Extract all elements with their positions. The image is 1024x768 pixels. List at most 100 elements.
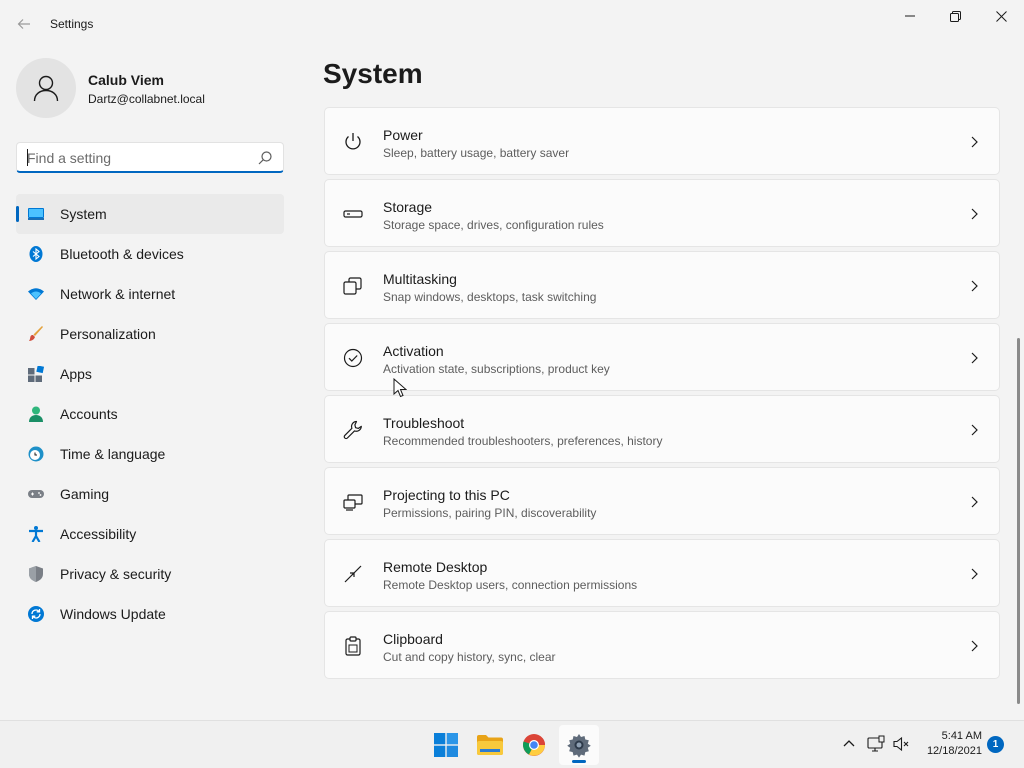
search-icon[interactable] [257,150,273,166]
sidebar-item-accessibility[interactable]: Accessibility [16,514,284,554]
sidebar-item-privacy[interactable]: Privacy & security [16,554,284,594]
wrench-icon [343,420,362,440]
card-title: Storage [383,199,433,215]
card-power[interactable]: Power Sleep, battery usage, battery save… [324,107,1000,175]
chevron-right-icon [971,208,978,220]
card-multitasking[interactable]: Multitasking Snap windows, desktops, tas… [324,251,1000,319]
sidebar-item-system[interactable]: System [16,194,284,234]
apps-icon [28,366,44,382]
card-activation[interactable]: Activation Activation state, subscriptio… [324,323,1000,391]
vertical-scrollbar[interactable] [1017,338,1020,704]
card-troubleshoot[interactable]: Troubleshoot Recommended troubleshooters… [324,395,1000,463]
taskbar-settings[interactable] [559,725,599,765]
settings-card-list: Power Sleep, battery usage, battery save… [324,107,1000,683]
notification-badge[interactable]: 1 [987,736,1004,753]
app-title: Settings [50,17,94,31]
search-input[interactable] [27,148,247,168]
sidebar-item-bluetooth[interactable]: Bluetooth & devices [16,234,284,274]
sidebar-item-gaming[interactable]: Gaming [16,474,284,514]
person-icon [29,406,43,422]
taskbar-clock[interactable]: 5:41 AM 12/18/2021 [912,729,982,759]
projecting-icon [343,494,363,511]
minimize-button[interactable] [887,0,933,32]
user-profile[interactable]: Calub Viem Dartz@collabnet.local [16,58,286,118]
card-storage[interactable]: Storage Storage space, drives, configura… [324,179,1000,247]
wifi-icon [28,288,44,300]
start-icon [434,733,458,757]
card-subtitle: Recommended troubleshooters, preferences… [383,434,663,448]
taskbar-file-explorer[interactable] [470,725,510,765]
sidebar-item-time-language[interactable]: Time & language [16,434,284,474]
chevron-up-icon[interactable] [840,735,858,753]
chrome-icon [523,734,545,756]
brush-icon [29,326,43,341]
card-subtitle: Sleep, battery usage, battery saver [383,146,570,160]
chevron-right-icon [971,424,978,436]
update-icon [28,606,44,622]
sidebar-item-label: Personalization [60,326,156,342]
card-title: Remote Desktop [383,559,488,575]
sidebar-item-accounts[interactable]: Accounts [16,394,284,434]
card-projecting[interactable]: Projecting to this PC Permissions, pairi… [324,467,1000,535]
system-icon [28,208,44,220]
clock-date: 12/18/2021 [926,745,982,757]
accessibility-icon [29,526,43,542]
card-title: Clipboard [383,631,443,647]
chevron-right-icon [971,136,978,148]
storage-icon [343,210,363,218]
activation-check-icon [343,348,363,368]
bluetooth-icon [29,246,43,262]
clipboard-icon [345,636,361,656]
minimize-icon [905,15,915,17]
card-title: Projecting to this PC [383,487,510,503]
title-bar: Settings [0,0,1024,48]
multitasking-icon [343,277,362,295]
close-button[interactable] [978,0,1024,32]
card-clipboard[interactable]: Clipboard Cut and copy history, sync, cl… [324,611,1000,679]
sidebar-item-label: Gaming [60,486,110,502]
page-title: System [323,58,423,89]
user-name: Calub Viem [88,72,164,88]
restore-button[interactable] [932,0,978,32]
chevron-right-icon [971,352,978,364]
card-subtitle: Storage space, drives, configuration rul… [383,218,604,232]
sidebar-item-windows-update[interactable]: Windows Update [16,594,284,634]
sidebar-item-label: Bluetooth & devices [60,246,184,262]
settings-gear-icon [567,734,591,758]
sidebar-item-network[interactable]: Network & internet [16,274,284,314]
card-subtitle: Activation state, subscriptions, product… [383,362,610,376]
search-box[interactable] [16,142,284,173]
taskbar-start-button[interactable] [426,725,466,765]
chevron-right-icon [971,496,978,508]
sidebar-item-apps[interactable]: Apps [16,354,284,394]
card-remote-desktop[interactable]: Remote Desktop Remote Desktop users, con… [324,539,1000,607]
sidebar-item-personalization[interactable]: Personalization [16,314,284,354]
restore-icon [949,10,961,22]
card-title: Power [383,127,423,143]
speaker-muted-icon[interactable] [892,735,910,753]
card-title: Troubleshoot [383,415,465,431]
remote-desktop-icon [344,565,362,583]
avatar [16,58,76,118]
back-arrow-icon [17,19,30,29]
sidebar-item-label: Apps [60,366,92,382]
card-subtitle: Remote Desktop users, connection permiss… [383,578,638,592]
card-title: Activation [383,343,444,359]
shield-icon [29,566,43,582]
sidebar-item-label: Privacy & security [60,566,172,582]
sidebar-item-label: Accessibility [60,526,137,542]
globe-clock-icon [28,446,44,462]
clock-time: 5:41 AM [941,730,982,742]
network-monitor-icon[interactable] [867,735,885,753]
file-explorer-icon [477,735,503,755]
chevron-right-icon [971,568,978,580]
card-subtitle: Cut and copy history, sync, clear [383,650,556,664]
gamepad-icon [28,490,44,498]
card-subtitle: Permissions, pairing PIN, discoverabilit… [383,506,597,520]
sidebar-item-label: Windows Update [60,606,166,622]
back-button[interactable] [10,10,38,38]
card-subtitle: Snap windows, desktops, task switching [383,290,597,304]
power-icon [345,133,361,150]
chevron-right-icon [971,280,978,292]
taskbar-chrome[interactable] [514,725,554,765]
